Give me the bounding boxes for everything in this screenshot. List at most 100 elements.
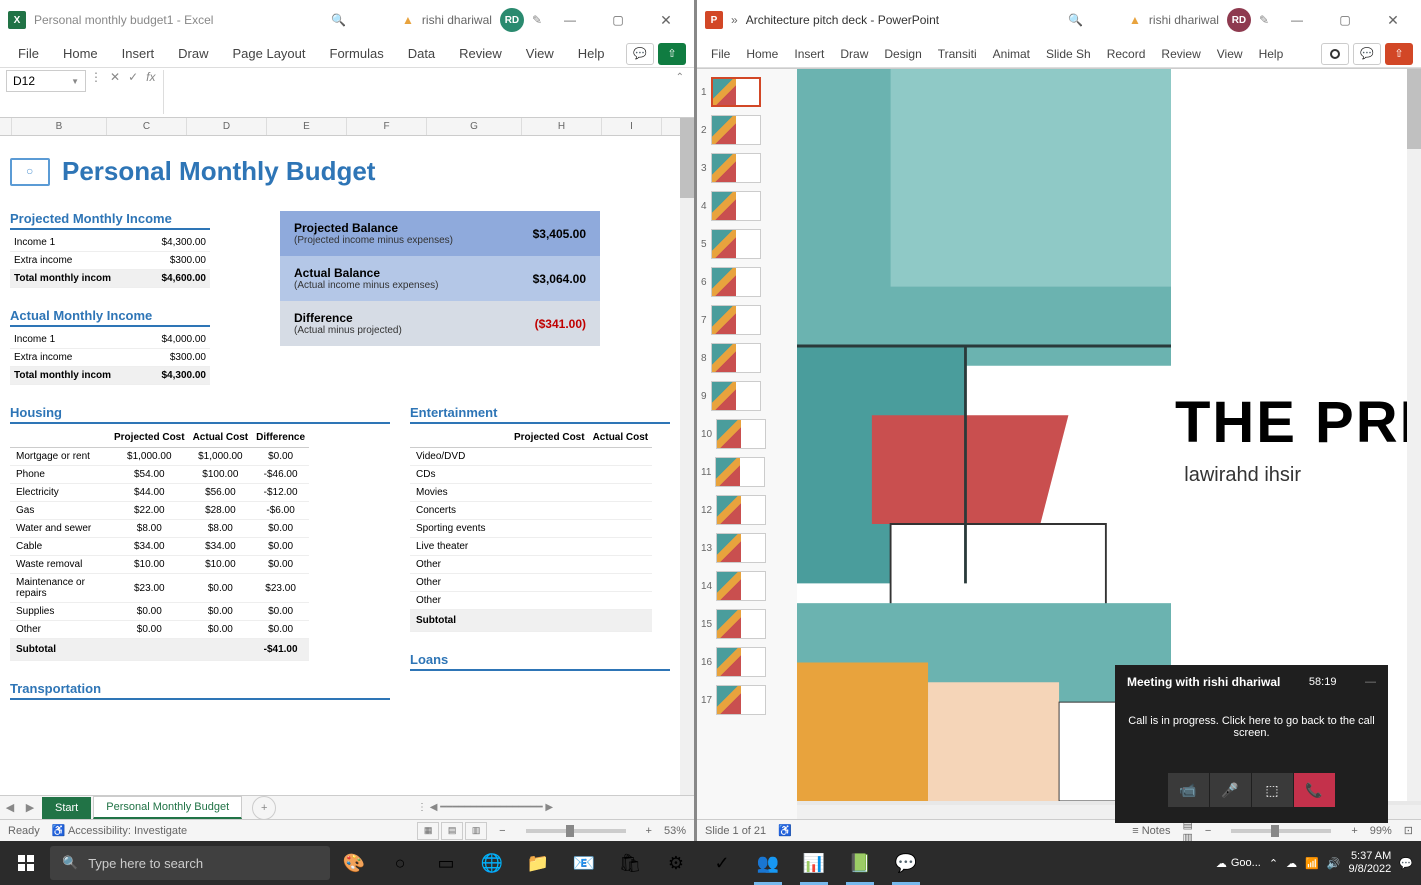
slide-thumb-4[interactable]: 4 bbox=[701, 191, 793, 221]
slide-thumb-12[interactable]: 12 bbox=[701, 495, 793, 525]
ribbon-tab-insert[interactable]: Insert bbox=[788, 43, 830, 65]
slide-thumb-9[interactable]: 9 bbox=[701, 381, 793, 411]
hangup-button[interactable]: 📞 bbox=[1294, 773, 1336, 807]
comments-button[interactable]: 💬 bbox=[626, 43, 654, 65]
slide-thumb-8[interactable]: 8 bbox=[701, 343, 793, 373]
slide-thumb-13[interactable]: 13 bbox=[701, 533, 793, 563]
ribbon-tab-insert[interactable]: Insert bbox=[112, 42, 165, 65]
minimize-icon[interactable]: — bbox=[1365, 676, 1376, 688]
horizontal-scrollbar[interactable]: ⋮ ◀ ━━━━━━━━━━━━━━━━━ ▶ bbox=[276, 802, 694, 813]
add-sheet-button[interactable]: + bbox=[252, 796, 276, 820]
onedrive-icon[interactable]: ☁ bbox=[1286, 857, 1297, 870]
weather-widget[interactable]: ☁ Goo... bbox=[1216, 857, 1261, 870]
slide-thumbnails[interactable]: 1234567891011121314151617 bbox=[697, 69, 797, 819]
start-button[interactable] bbox=[4, 841, 48, 885]
view-page-layout[interactable]: ▤ bbox=[441, 822, 463, 840]
close-button[interactable]: ✕ bbox=[646, 6, 686, 34]
share-button[interactable]: ⇧ bbox=[658, 43, 686, 65]
excel-user[interactable]: rishi dhariwal bbox=[422, 13, 492, 27]
ribbon-tab-home[interactable]: Home bbox=[740, 43, 784, 65]
ribbon-tab-file[interactable]: File bbox=[705, 43, 736, 65]
outlook-icon[interactable]: 📧 bbox=[562, 841, 606, 885]
ribbon-tab-design[interactable]: Design bbox=[878, 43, 927, 65]
camera-button[interactable]: 📹 bbox=[1168, 773, 1210, 807]
ribbon-tab-draw[interactable]: Draw bbox=[168, 42, 218, 65]
excel-avatar[interactable]: RD bbox=[500, 8, 524, 32]
ribbon-tab-view[interactable]: View bbox=[1211, 43, 1249, 65]
slide-title[interactable]: THE PREP bbox=[1175, 389, 1421, 456]
slide-subtitle[interactable]: lawirahd ihsir bbox=[1184, 464, 1301, 487]
ppt-avatar[interactable]: RD bbox=[1227, 8, 1251, 32]
zoom-slider[interactable] bbox=[1231, 829, 1331, 833]
slide-thumb-11[interactable]: 11 bbox=[701, 457, 793, 487]
ribbon-tab-animations[interactable]: Animat bbox=[987, 43, 1036, 65]
comments-button[interactable]: 💬 bbox=[1353, 43, 1381, 65]
task-view-icon[interactable]: ▭ bbox=[424, 841, 468, 885]
slide-thumb-5[interactable]: 5 bbox=[701, 229, 793, 259]
status-accessibility[interactable]: ♿ Accessibility: Investigate bbox=[52, 824, 187, 837]
todo-icon[interactable]: ✓ bbox=[700, 841, 744, 885]
settings-icon[interactable]: ⚙ bbox=[654, 841, 698, 885]
wifi-icon[interactable]: 📶 bbox=[1305, 857, 1319, 870]
tray-chevron-icon[interactable]: ⌃ bbox=[1269, 857, 1278, 870]
search-icon[interactable]: 🔍 bbox=[1068, 13, 1083, 27]
slide-thumb-6[interactable]: 6 bbox=[701, 267, 793, 297]
store-icon[interactable]: 🛍 bbox=[608, 841, 652, 885]
share-button[interactable]: ⇧ bbox=[1385, 43, 1413, 65]
ribbon-tab-record[interactable]: Record bbox=[1101, 43, 1152, 65]
slide-thumb-10[interactable]: 10 bbox=[701, 419, 793, 449]
ribbon-tab-page-layout[interactable]: Page Layout bbox=[223, 42, 316, 65]
cortana-icon[interactable]: ○ bbox=[378, 841, 422, 885]
powerpoint-icon[interactable]: 📊 bbox=[792, 841, 836, 885]
vertical-scrollbar[interactable] bbox=[1407, 69, 1421, 801]
ribbon-tab-view[interactable]: View bbox=[516, 42, 564, 65]
zoom-out[interactable]: − bbox=[499, 825, 505, 837]
system-clock[interactable]: 5:37 AM 9/8/2022 bbox=[1348, 850, 1391, 876]
fit-to-window[interactable]: ⊡ bbox=[1404, 824, 1413, 837]
pen-icon[interactable]: ✎ bbox=[532, 13, 542, 27]
slide-thumb-2[interactable]: 2 bbox=[701, 115, 793, 145]
zoom-level[interactable]: 53% bbox=[664, 825, 686, 837]
sheet-nav-next[interactable]: ▶ bbox=[20, 801, 40, 814]
mic-button[interactable]: 🎤 bbox=[1210, 773, 1252, 807]
slide-thumb-14[interactable]: 14 bbox=[701, 571, 793, 601]
excel-icon[interactable]: 📗 bbox=[838, 841, 882, 885]
ribbon-tab-review[interactable]: Review bbox=[449, 42, 512, 65]
news-widget[interactable]: 🎨 bbox=[332, 841, 376, 885]
accessibility-icon[interactable]: ♿ bbox=[778, 824, 792, 837]
volume-icon[interactable]: 🔊 bbox=[1327, 857, 1341, 870]
sheet-nav-prev[interactable]: ◀ bbox=[0, 801, 20, 814]
teams-app-icon[interactable]: 💬 bbox=[884, 841, 928, 885]
slide-thumb-7[interactable]: 7 bbox=[701, 305, 793, 335]
formula-input[interactable]: ⌃ bbox=[163, 70, 688, 114]
ribbon-tab-review[interactable]: Review bbox=[1155, 43, 1206, 65]
taskbar-search[interactable]: 🔍 Type here to search bbox=[50, 846, 330, 880]
explorer-icon[interactable]: 📁 bbox=[516, 841, 560, 885]
minimize-button[interactable]: — bbox=[1277, 6, 1317, 34]
slide-thumb-3[interactable]: 3 bbox=[701, 153, 793, 183]
ribbon-tab-help[interactable]: Help bbox=[568, 42, 615, 65]
zoom-slider[interactable] bbox=[526, 829, 626, 833]
vertical-scrollbar[interactable] bbox=[680, 118, 694, 795]
ribbon-tab-data[interactable]: Data bbox=[398, 42, 445, 65]
sheet-tab-budget[interactable]: Personal Monthly Budget bbox=[93, 796, 242, 819]
ribbon-tab-help[interactable]: Help bbox=[1253, 43, 1290, 65]
teams-icon[interactable]: 👥 bbox=[746, 841, 790, 885]
slide-thumb-17[interactable]: 17 bbox=[701, 685, 793, 715]
ribbon-tab-home[interactable]: Home bbox=[53, 42, 108, 65]
edge-icon[interactable]: 🌐 bbox=[470, 841, 514, 885]
share-screen-button[interactable]: ⬚ bbox=[1252, 773, 1294, 807]
slide-thumb-1[interactable]: 1 bbox=[701, 77, 793, 107]
ribbon-tab-formulas[interactable]: Formulas bbox=[320, 42, 394, 65]
notes-button[interactable]: ≡ Notes bbox=[1132, 825, 1170, 837]
zoom-in[interactable]: + bbox=[646, 825, 652, 837]
slide-thumb-15[interactable]: 15 bbox=[701, 609, 793, 639]
ribbon-tab-draw[interactable]: Draw bbox=[834, 43, 874, 65]
ribbon-tab-file[interactable]: File bbox=[8, 42, 49, 65]
close-button[interactable]: ✕ bbox=[1373, 6, 1413, 34]
notifications-icon[interactable]: 💬 bbox=[1399, 857, 1413, 870]
spreadsheet-grid[interactable]: B C D E F G H I Personal Monthly Budget … bbox=[0, 118, 694, 795]
zoom-out[interactable]: − bbox=[1205, 825, 1211, 837]
ppt-user[interactable]: rishi dhariwal bbox=[1149, 13, 1219, 27]
ribbon-tab-slideshow[interactable]: Slide Sh bbox=[1040, 43, 1097, 65]
